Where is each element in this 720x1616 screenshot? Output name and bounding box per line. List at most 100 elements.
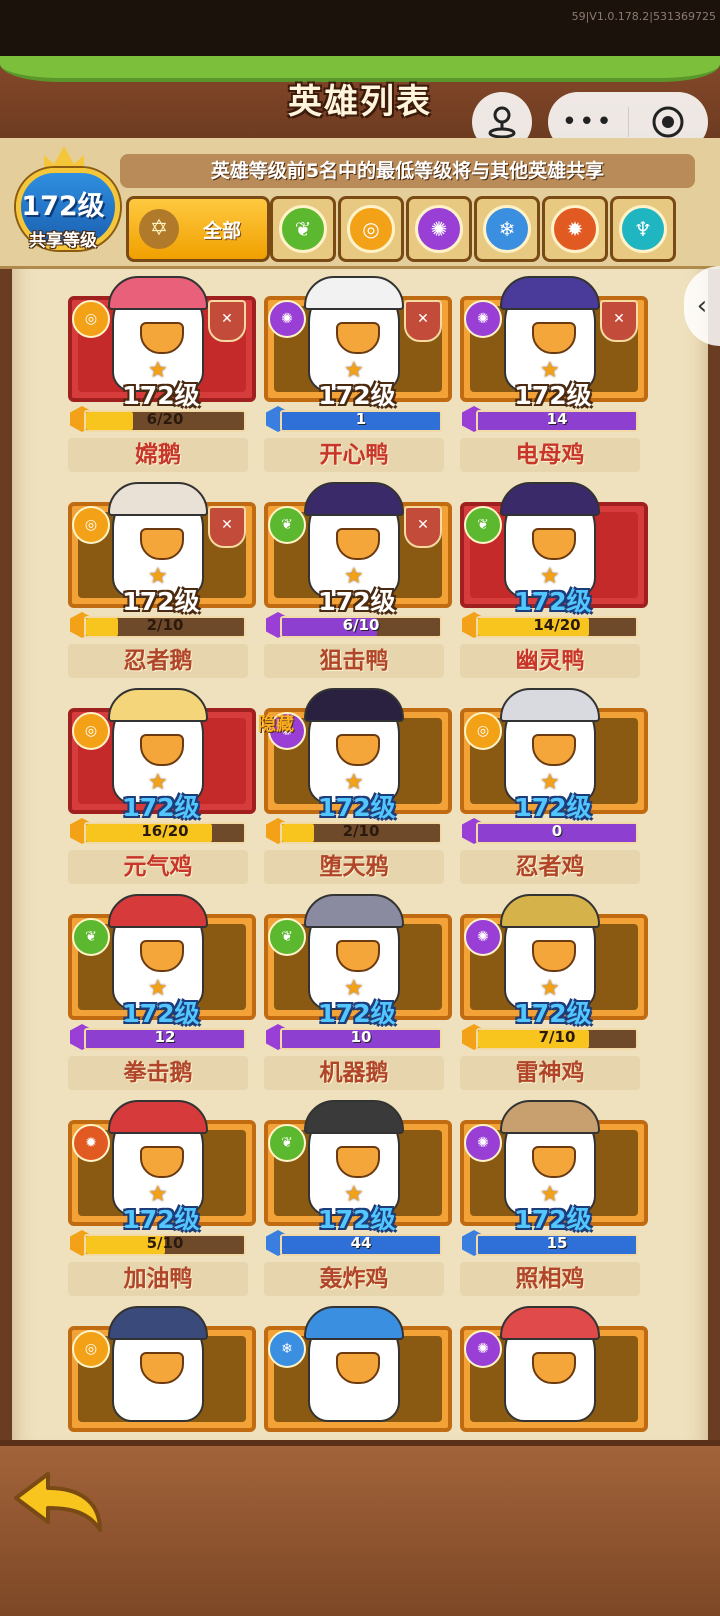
shared-level-label: 共享等级 [29, 231, 97, 251]
shard-progress-text: 5/10 [146, 1234, 184, 1252]
shard-progress-bar: 0 [476, 822, 638, 844]
hero-card[interactable]: ❦ ★ 172级 10 机器鹅 [264, 894, 452, 1106]
hero-headgear [500, 1306, 600, 1340]
hero-headgear [304, 1100, 404, 1134]
hero-name: 拳击鹅 [123, 1060, 193, 1086]
shard-progress-text: 10 [350, 1028, 372, 1046]
shard-progress-bar: 1 [280, 410, 442, 432]
arcane-icon: ✺ [464, 300, 502, 338]
filter-all-label: 全部 [203, 219, 242, 242]
shard-progress-bar: 6/20 [84, 410, 246, 432]
hero-card[interactable]: ✺ ★ 172级 7/10 雷神鸡 [460, 894, 648, 1106]
joystick-icon [488, 106, 516, 139]
wings-shield-icon: ✕ [600, 300, 638, 342]
nature-icon: ❦ [268, 918, 306, 956]
hero-headgear [304, 688, 404, 722]
fire-icon: ✹ [72, 1124, 110, 1162]
wings-shield-icon: ✕ [404, 506, 442, 548]
shard-progress-text: 2/10 [342, 822, 380, 840]
wings-shield-icon: ✕ [208, 506, 246, 548]
filter-fire-button[interactable]: ✹ [542, 196, 608, 262]
hidden-tag: 隐藏 [258, 714, 294, 735]
shard-progress-text: 12 [154, 1028, 176, 1046]
hero-headgear [304, 482, 404, 516]
hero-card[interactable]: ✺ 隐藏 ★ 172级 2/10 堕天鸦 [258, 688, 452, 900]
hero-card[interactable]: ✺ ✕ ★ 172级 14 电母鸡 [460, 276, 648, 488]
wind-icon: ◎ [72, 1330, 110, 1368]
filter-arcane-button[interactable]: ✺ [406, 196, 472, 262]
shard-progress-text: 6/20 [146, 410, 184, 428]
arcane-icon: ✺ [415, 205, 463, 253]
hero-level: 172级 [318, 381, 396, 410]
shard-progress-text: 0 [551, 822, 563, 840]
shard-progress-bar: 6/10 [280, 616, 442, 638]
hero-headgear [108, 1306, 208, 1340]
shard-progress-bar: 14/20 [476, 616, 638, 638]
shard-progress-bar: 14 [476, 410, 638, 432]
shard-progress-text: 14 [546, 410, 568, 428]
back-button[interactable] [10, 1468, 106, 1538]
hero-level: 172级 [514, 999, 592, 1028]
nature-icon: ❦ [279, 205, 327, 253]
filter-ice-button[interactable]: ❄ [474, 196, 540, 262]
hero-headgear [108, 894, 208, 928]
more-dots-icon: ••• [561, 107, 614, 137]
hero-level: 172级 [514, 587, 592, 616]
fire-icon: ✹ [551, 205, 599, 253]
hero-card[interactable]: ✺ ★ 172级 15 照相鸡 [460, 1100, 648, 1312]
hero-card[interactable]: ❦ ✕ ★ 172级 6/10 狙击鸭 [264, 482, 452, 694]
shard-progress-bar: 16/20 [84, 822, 246, 844]
status-bar: 59|V1.0.178.2|531369725 [0, 0, 720, 56]
hero-level: 172级 [122, 999, 200, 1028]
hero-name: 轰炸鸡 [319, 1266, 389, 1292]
hero-name: 机器鹅 [319, 1060, 389, 1086]
hero-level: 172级 [318, 999, 396, 1028]
filter-water-button[interactable]: ♆ [610, 196, 676, 262]
hero-card[interactable]: ◎ ★ 172级 0 忍者鸡 [460, 688, 648, 900]
arcane-icon: ✺ [464, 1124, 502, 1162]
shard-progress-text: 16/20 [141, 822, 189, 840]
hero-card[interactable]: ❦ ★ 172级 14/20 幽灵鸭 [460, 482, 648, 694]
hero-level: 172级 [122, 381, 200, 410]
hero-name: 忍者鹅 [123, 648, 193, 674]
hero-card[interactable]: ❦ ★ 172级 12 拳击鹅 [68, 894, 256, 1106]
hero-card[interactable]: ✹ ★ 172级 5/10 加油鸭 [68, 1100, 256, 1312]
shard-progress-text: 6/10 [342, 616, 380, 634]
filter-wind-button[interactable]: ◎ [338, 196, 404, 262]
ice-icon: ❄ [483, 205, 531, 253]
hero-card[interactable]: ❦ ★ 172级 44 轰炸鸡 [264, 1100, 452, 1312]
filter-nature-button[interactable]: ❦ [270, 196, 336, 262]
shard-progress-bar: 7/10 [476, 1028, 638, 1050]
hero-card[interactable]: ◎ ★ 172级 16/20 元气鸡 [68, 688, 256, 900]
shard-progress-bar: 10 [280, 1028, 442, 1050]
hero-level: 172级 [514, 381, 592, 410]
shard-progress-text: 7/10 [538, 1028, 576, 1046]
close-circle-icon [652, 106, 684, 138]
shard-progress-bar: 15 [476, 1234, 638, 1256]
filter-all-button[interactable]: ✡ 全部 [126, 196, 270, 262]
ice-icon: ❄ [268, 1330, 306, 1368]
hero-name: 幽灵鸭 [515, 648, 585, 674]
hero-card[interactable]: ◎ ✕ ★ 172级 6/20 嫦鹅 [68, 276, 256, 488]
hero-name: 雷神鸡 [515, 1060, 585, 1086]
shard-progress-bar: 12 [84, 1028, 246, 1050]
wings-shield-icon: ✕ [208, 300, 246, 342]
shard-progress-text: 1 [355, 410, 367, 428]
shard-progress-text: 2/10 [146, 616, 184, 634]
hero-level: 172级 [514, 1205, 592, 1234]
shard-progress-text: 14/20 [533, 616, 581, 634]
hero-headgear [500, 482, 600, 516]
hero-card[interactable]: ✺ ✕ ★ 172级 1 开心鸭 [264, 276, 452, 488]
hero-card[interactable]: ◎ ✕ ★ 172级 2/10 忍者鹅 [68, 482, 256, 694]
hero-name: 堕天鸦 [319, 854, 389, 880]
wings-shield-icon: ✕ [404, 300, 442, 342]
hero-name: 嫦鹅 [135, 442, 181, 468]
arcane-icon: ✺ [464, 1330, 502, 1368]
hero-headgear [304, 276, 404, 310]
shard-progress-bar: 2/10 [280, 822, 442, 844]
hero-level: 172级 [318, 1205, 396, 1234]
shard-progress-bar: 2/10 [84, 616, 246, 638]
hero-name: 电母鸡 [515, 442, 585, 468]
back-arrow-icon [14, 1472, 102, 1532]
nature-icon: ❦ [268, 1124, 306, 1162]
